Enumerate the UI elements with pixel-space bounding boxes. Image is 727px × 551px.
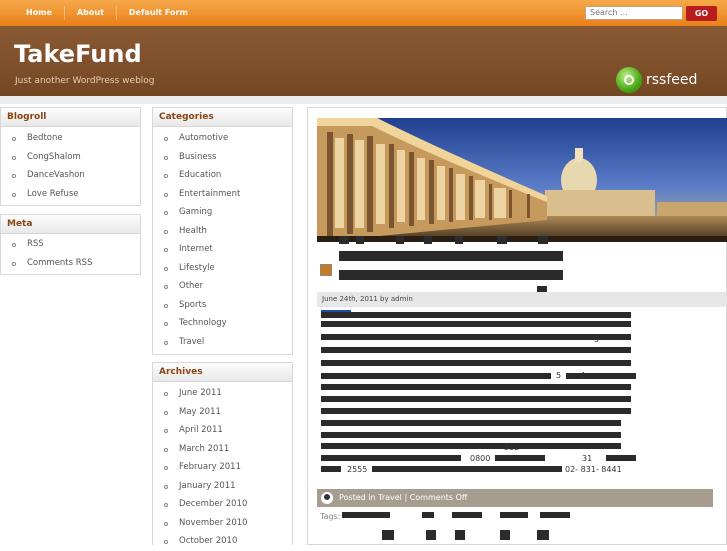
nav-about[interactable]: About	[65, 6, 117, 20]
post-date-author: June 24th, 2011 by admin	[317, 292, 727, 307]
rss-icon	[616, 67, 642, 93]
rss-feed-label: rssfeed	[646, 72, 698, 88]
blogroll-link[interactable]: Love Refuse	[1, 185, 140, 204]
category-link[interactable]: Entertainment	[153, 185, 292, 204]
author-icon	[321, 492, 333, 504]
category-link[interactable]: Gaming	[153, 203, 292, 222]
post-featured-image	[317, 118, 727, 242]
meta-title: Meta	[1, 215, 140, 234]
header-divider	[0, 96, 727, 104]
body-number: 31	[582, 454, 593, 463]
blogroll-widget: Blogroll Bedtone CongShalom DanceVashon …	[0, 107, 141, 206]
archive-link[interactable]: March 2011	[153, 440, 292, 459]
category-link[interactable]: Health	[153, 222, 292, 241]
category-link[interactable]: Travel	[153, 333, 292, 352]
archive-link[interactable]: May 2011	[153, 403, 292, 422]
body-phone: 02- 831- 8441	[565, 465, 622, 474]
main-nav: Home About Default Form	[14, 0, 200, 26]
archive-link[interactable]: April 2011	[153, 421, 292, 440]
category-link[interactable]: Automotive	[153, 129, 292, 148]
body-number: 4	[580, 371, 586, 380]
blogroll-link[interactable]: CongShalom	[1, 148, 140, 167]
category-travel-link[interactable]: Travel	[378, 493, 402, 502]
rss-feed-link[interactable]: rssfeed	[616, 67, 697, 93]
meta-comments-rss-link[interactable]: Comments RSS	[1, 254, 140, 273]
blogroll-link[interactable]: Bedtone	[1, 129, 140, 148]
colonnade-photo	[317, 118, 727, 242]
body-number: 5	[556, 371, 562, 380]
nav-home[interactable]: Home	[14, 6, 65, 20]
category-link[interactable]: Sports	[153, 296, 292, 315]
archives-title: Archives	[153, 363, 292, 382]
body-number: 2555	[347, 465, 368, 474]
category-link[interactable]: Technology	[153, 314, 292, 333]
post-format-icon	[320, 264, 332, 276]
category-link[interactable]: Internet	[153, 240, 292, 259]
meta-rss-link[interactable]: RSS	[1, 235, 140, 254]
comments-off-label: Comments Off	[409, 493, 468, 502]
category-link[interactable]: Other	[153, 277, 292, 296]
footer-separator: |	[404, 493, 408, 502]
category-link[interactable]: Education	[153, 166, 292, 185]
blogroll-title: Blogroll	[1, 108, 140, 127]
category-link[interactable]: Business	[153, 148, 292, 167]
archives-widget: Archives June 2011 May 2011 April 2011 M…	[152, 362, 293, 546]
blogroll-link[interactable]: DanceVashon	[1, 166, 140, 185]
meta-widget: Meta RSS Comments RSS	[0, 214, 141, 275]
body-number: 5	[594, 335, 600, 344]
posted-in-label: Posted in	[339, 493, 376, 502]
search-go-button[interactable]: GO	[686, 6, 717, 21]
archive-link[interactable]: December 2010	[153, 495, 292, 514]
tags-label: Tags:	[320, 512, 341, 521]
archive-link[interactable]: November 2010	[153, 514, 292, 533]
nav-default-form[interactable]: Default Form	[117, 6, 200, 20]
body-number: 0800	[470, 454, 491, 463]
archive-link[interactable]: February 2011	[153, 458, 292, 477]
body-number: 532	[504, 443, 520, 452]
archive-link[interactable]: October 2010	[153, 532, 292, 551]
search-input[interactable]	[585, 6, 683, 20]
categories-widget: Categories Automotive Business Education…	[152, 107, 293, 355]
site-title[interactable]: TakeFund	[14, 40, 142, 68]
category-link[interactable]: Lifestyle	[153, 259, 292, 278]
archive-link[interactable]: January 2011	[153, 477, 292, 496]
site-tagline: Just another WordPress weblog	[15, 76, 155, 86]
post-footer-bar: Posted in Travel | Comments Off	[317, 489, 713, 507]
archive-link[interactable]: June 2011	[153, 384, 292, 403]
categories-title: Categories	[153, 108, 292, 127]
